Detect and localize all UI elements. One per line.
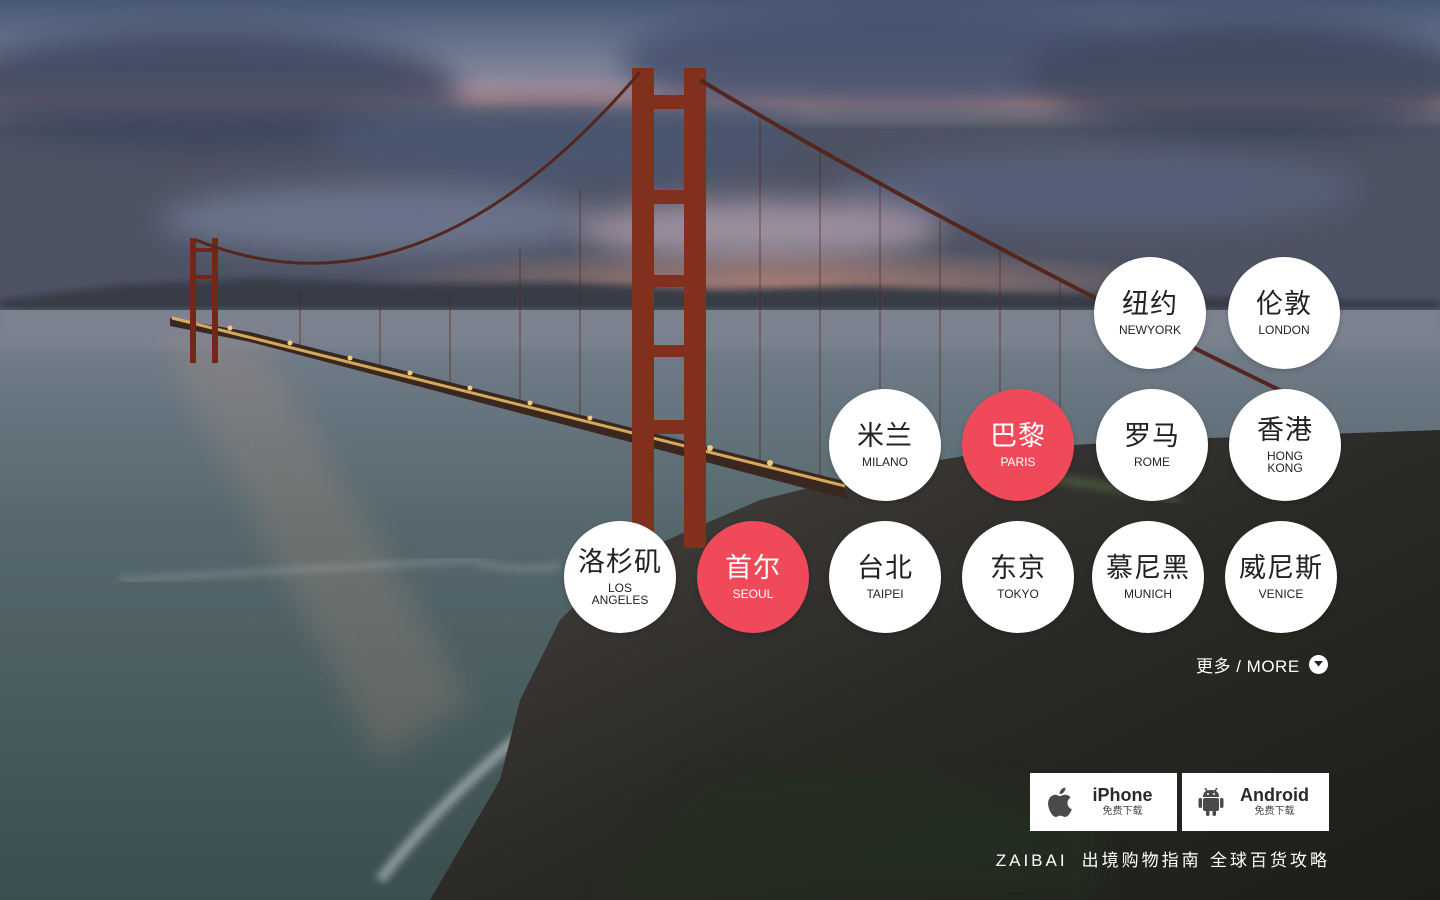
city-name-cn: 纽约 [1122,289,1178,320]
brand-name: ZAIBAI [995,851,1068,870]
city-seoul[interactable]: 首尔 SEOUL [697,521,809,633]
city-hongkong[interactable]: 香港 HONG KONG [1229,389,1341,501]
city-name-en: MILANO [861,455,908,469]
city-name-en: MUNICH [1124,587,1172,601]
city-name-cn: 慕尼黑 [1106,553,1190,584]
city-name-en: SEOUL [732,587,774,601]
city-name-en: VENICE [1258,587,1304,601]
city-name-cn: 台北 [857,553,913,584]
city-venice[interactable]: 威尼斯 VENICE [1225,521,1337,633]
city-tokyo[interactable]: 东京 TOKYO [962,521,1074,633]
iphone-download-button[interactable]: iPhone 免费下载 [1030,773,1177,831]
android-icon [1196,787,1226,817]
city-name-cn: 罗马 [1124,421,1180,452]
city-name-cn: 洛杉矶 [578,547,662,578]
android-download-button[interactable]: Android 免费下载 [1182,773,1329,831]
city-name-cn: 巴黎 [990,421,1046,452]
city-newyork[interactable]: 纽约 NEWYORK [1094,257,1206,369]
city-munich[interactable]: 慕尼黑 MUNICH [1092,521,1204,633]
city-los-angeles[interactable]: 洛杉矶 LOS ANGELES [564,521,676,633]
city-name-cn: 香港 [1257,415,1313,446]
footer-tagline: ZAIBAI 出境购物指南 全球百货攻略 [996,846,1330,871]
city-name-cn: 伦敦 [1256,289,1312,320]
android-sub-label: 免费下载 [1254,806,1295,817]
city-paris[interactable]: 巴黎 PARIS [962,389,1074,501]
city-name-cn: 东京 [990,553,1046,584]
city-name-en: TOKYO [997,587,1039,601]
iphone-label: iPhone [1092,785,1153,805]
city-name-en: LONDON [1258,323,1310,337]
city-name-cn: 首尔 [725,553,781,584]
city-london[interactable]: 伦敦 LONDON [1228,257,1340,369]
city-name-cn: 威尼斯 [1239,553,1323,584]
city-name-en: NEWYORK [1118,323,1181,337]
city-name-cn: 米兰 [857,421,913,452]
city-name-en: PARIS [1000,455,1036,469]
more-label: 更多 / MORE [1196,656,1300,676]
android-label: Android [1240,785,1309,805]
iphone-sub-label: 免费下载 [1102,806,1143,817]
tagline-text: 出境购物指南 全球百货攻略 [1081,851,1330,871]
apple-icon [1044,787,1074,817]
more-cities-link[interactable]: 更多 / MORE [1196,652,1328,676]
city-name-en: HONG KONG [1267,449,1303,475]
city-name-en: LOS ANGELES [591,581,649,607]
city-rome[interactable]: 罗马 ROME [1096,389,1208,501]
chevron-down-icon [1308,654,1328,674]
background-photo [0,0,1440,900]
city-name-en: TAIPEI [866,587,904,601]
city-milano[interactable]: 米兰 MILANO [829,389,941,501]
city-name-en: ROME [1134,455,1170,469]
city-taipei[interactable]: 台北 TAIPEI [829,521,941,633]
